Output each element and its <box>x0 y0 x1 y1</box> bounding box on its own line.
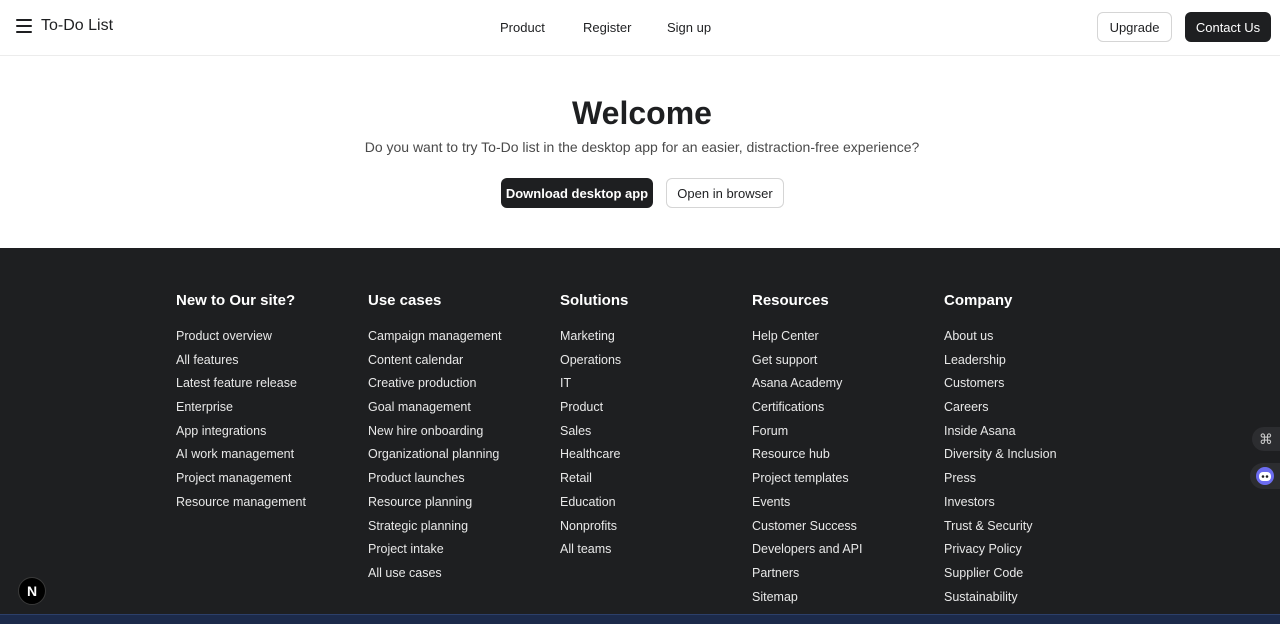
footer-link[interactable]: Forum <box>752 422 863 446</box>
chat-bot-icon[interactable] <box>1250 463 1280 489</box>
footer-link[interactable]: Operations <box>560 351 628 375</box>
footer-column-resources: Resources Help Center Get support Asana … <box>752 292 863 611</box>
footer-link[interactable]: Certifications <box>752 398 863 422</box>
welcome-subtitle: Do you want to try To-Do list in the des… <box>364 139 920 155</box>
footer-link[interactable]: About us <box>944 327 1057 351</box>
open-in-browser-button[interactable]: Open in browser <box>666 178 784 208</box>
footer-link[interactable]: Press <box>944 469 1057 493</box>
footer-link[interactable]: Product launches <box>368 469 501 493</box>
footer-link[interactable]: Sitemap <box>752 588 863 612</box>
footer-link[interactable]: Resource planning <box>368 493 501 517</box>
footer-link[interactable]: Sustainability <box>944 588 1057 612</box>
footer-link[interactable]: Project intake <box>368 540 501 564</box>
os-taskbar <box>0 614 1280 624</box>
footer-link[interactable]: App integrations <box>176 422 306 446</box>
footer-column-new: New to Our site? Product overview All fe… <box>176 292 306 517</box>
brand-title[interactable]: To-Do List <box>41 17 113 35</box>
footer-link[interactable]: New hire onboarding <box>368 422 501 446</box>
footer-link[interactable]: Project templates <box>752 469 863 493</box>
footer-link[interactable]: Resource hub <box>752 445 863 469</box>
footer-link[interactable]: Product <box>560 398 628 422</box>
footer-link[interactable]: Trust & Security <box>944 517 1057 541</box>
download-desktop-app-button[interactable]: Download desktop app <box>501 178 653 208</box>
footer-link[interactable]: Nonprofits <box>560 517 628 541</box>
nav-product[interactable]: Product <box>500 20 560 35</box>
footer-link[interactable]: Creative production <box>368 374 501 398</box>
footer-link[interactable]: Marketing <box>560 327 628 351</box>
footer-link[interactable]: Partners <box>752 564 863 588</box>
footer-link[interactable]: Content calendar <box>368 351 501 375</box>
footer-column-use-cases: Use cases Campaign management Content ca… <box>368 292 501 588</box>
footer-link[interactable]: Investors <box>944 493 1057 517</box>
site-footer: New to Our site? Product overview All fe… <box>0 248 1280 614</box>
footer-column-company: Company About us Leadership Customers Ca… <box>944 292 1057 611</box>
footer-heading: Resources <box>752 292 829 309</box>
footer-link[interactable]: Diversity & Inclusion <box>944 445 1057 469</box>
footer-link[interactable]: Education <box>560 493 628 517</box>
footer-link[interactable]: Leadership <box>944 351 1057 375</box>
hamburger-menu-icon[interactable] <box>16 19 32 33</box>
footer-link[interactable]: AI work management <box>176 445 306 469</box>
top-header: To-Do List Product Register Sign up Upgr… <box>0 0 1280 56</box>
nav-register[interactable]: Register <box>583 20 643 35</box>
footer-link[interactable]: All teams <box>560 540 628 564</box>
footer-link[interactable]: Project management <box>176 469 306 493</box>
footer-link[interactable]: Enterprise <box>176 398 306 422</box>
keyboard-shortcut-icon[interactable]: ⌘ <box>1252 427 1280 451</box>
footer-heading: Solutions <box>560 292 629 309</box>
footer-link[interactable]: IT <box>560 374 628 398</box>
bot-face-icon <box>1256 467 1274 485</box>
footer-link[interactable]: Retail <box>560 469 628 493</box>
footer-link[interactable]: Goal management <box>368 398 501 422</box>
welcome-heading: Welcome <box>572 95 712 131</box>
footer-link[interactable]: Customers <box>944 374 1057 398</box>
footer-link[interactable]: Latest feature release <box>176 374 306 398</box>
contact-us-button[interactable]: Contact Us <box>1185 12 1271 42</box>
footer-link[interactable]: Help Center <box>752 327 863 351</box>
footer-link[interactable]: Privacy Policy <box>944 540 1057 564</box>
footer-link[interactable]: Events <box>752 493 863 517</box>
footer-link[interactable]: Product overview <box>176 327 306 351</box>
footer-link[interactable]: Resource management <box>176 493 306 517</box>
nav-sign-up[interactable]: Sign up <box>667 20 727 35</box>
footer-link[interactable]: Organizational planning <box>368 445 501 469</box>
upgrade-button[interactable]: Upgrade <box>1097 12 1172 42</box>
footer-link[interactable]: Inside Asana <box>944 422 1057 446</box>
footer-link[interactable]: Strategic planning <box>368 517 501 541</box>
footer-link[interactable]: Customer Success <box>752 517 863 541</box>
footer-column-solutions: Solutions Marketing Operations IT Produc… <box>560 292 628 564</box>
footer-link[interactable]: Get support <box>752 351 863 375</box>
footer-link[interactable]: Sales <box>560 422 628 446</box>
next-dev-badge-icon[interactable]: N <box>18 577 46 605</box>
footer-heading: Use cases <box>368 292 442 309</box>
footer-heading: Company <box>944 292 1013 309</box>
footer-link[interactable]: Asana Academy <box>752 374 863 398</box>
footer-link[interactable]: Developers and API <box>752 540 863 564</box>
footer-link[interactable]: Campaign management <box>368 327 501 351</box>
footer-link[interactable]: Healthcare <box>560 445 628 469</box>
footer-heading: New to Our site? <box>176 292 296 309</box>
footer-link[interactable]: Supplier Code <box>944 564 1057 588</box>
footer-link[interactable]: All use cases <box>368 564 501 588</box>
footer-link[interactable]: Careers <box>944 398 1057 422</box>
footer-link[interactable]: All features <box>176 351 306 375</box>
